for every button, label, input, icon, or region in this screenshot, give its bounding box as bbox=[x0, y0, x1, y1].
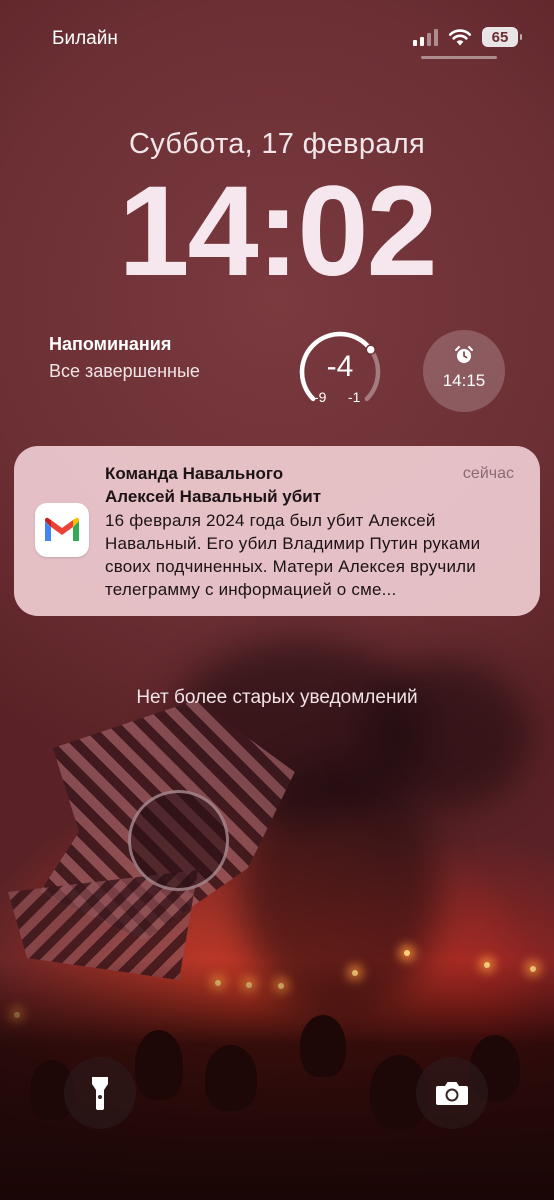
wifi-icon bbox=[448, 29, 472, 46]
gmail-icon bbox=[35, 503, 89, 557]
reminders-subtitle: Все завершенные bbox=[49, 361, 200, 381]
carrier-name: Билайн bbox=[52, 28, 118, 49]
weather-current-temp: -4 bbox=[326, 350, 354, 383]
reminders-widget[interactable]: Напоминания Все завершенные bbox=[49, 334, 200, 382]
notification-card[interactable]: Команда Навального сейчас Алексей Наваль… bbox=[14, 446, 540, 616]
no-older-notifications: Нет более старых уведомлений bbox=[136, 687, 418, 708]
notification-time: сейчас bbox=[462, 465, 514, 482]
flashlight-button[interactable] bbox=[64, 1057, 136, 1129]
weather-low-temp: -9 bbox=[314, 389, 327, 405]
weather-widget[interactable]: -4 -9 -1 bbox=[298, 330, 382, 414]
alarm-widget[interactable]: 14:15 bbox=[423, 330, 505, 412]
cellular-signal-icon bbox=[413, 28, 438, 46]
camera-button[interactable] bbox=[416, 1057, 488, 1129]
notification-subject: Алексей Навальный убит bbox=[105, 487, 322, 506]
status-bar-indicator bbox=[421, 56, 497, 59]
notification-body: 16 февраля 2024 года был убит Алексей На… bbox=[105, 511, 481, 599]
status-icons: 65 bbox=[413, 24, 522, 50]
lock-date: Суббота, 17 февраля bbox=[129, 128, 425, 160]
wallpaper-emblem bbox=[128, 790, 229, 891]
weather-high-temp: -1 bbox=[348, 389, 361, 405]
lock-time[interactable]: 14:02 bbox=[0, 168, 554, 296]
camera-icon bbox=[436, 1082, 468, 1105]
alarm-time: 14:15 bbox=[442, 371, 486, 390]
reminders-title: Напоминания bbox=[49, 334, 172, 354]
notification-sender: Команда Навального bbox=[105, 464, 284, 483]
battery-level: 65 bbox=[491, 28, 509, 46]
flashlight-icon bbox=[92, 1077, 108, 1110]
alarm-clock-icon bbox=[455, 346, 473, 363]
battery-indicator: 65 bbox=[482, 27, 522, 47]
